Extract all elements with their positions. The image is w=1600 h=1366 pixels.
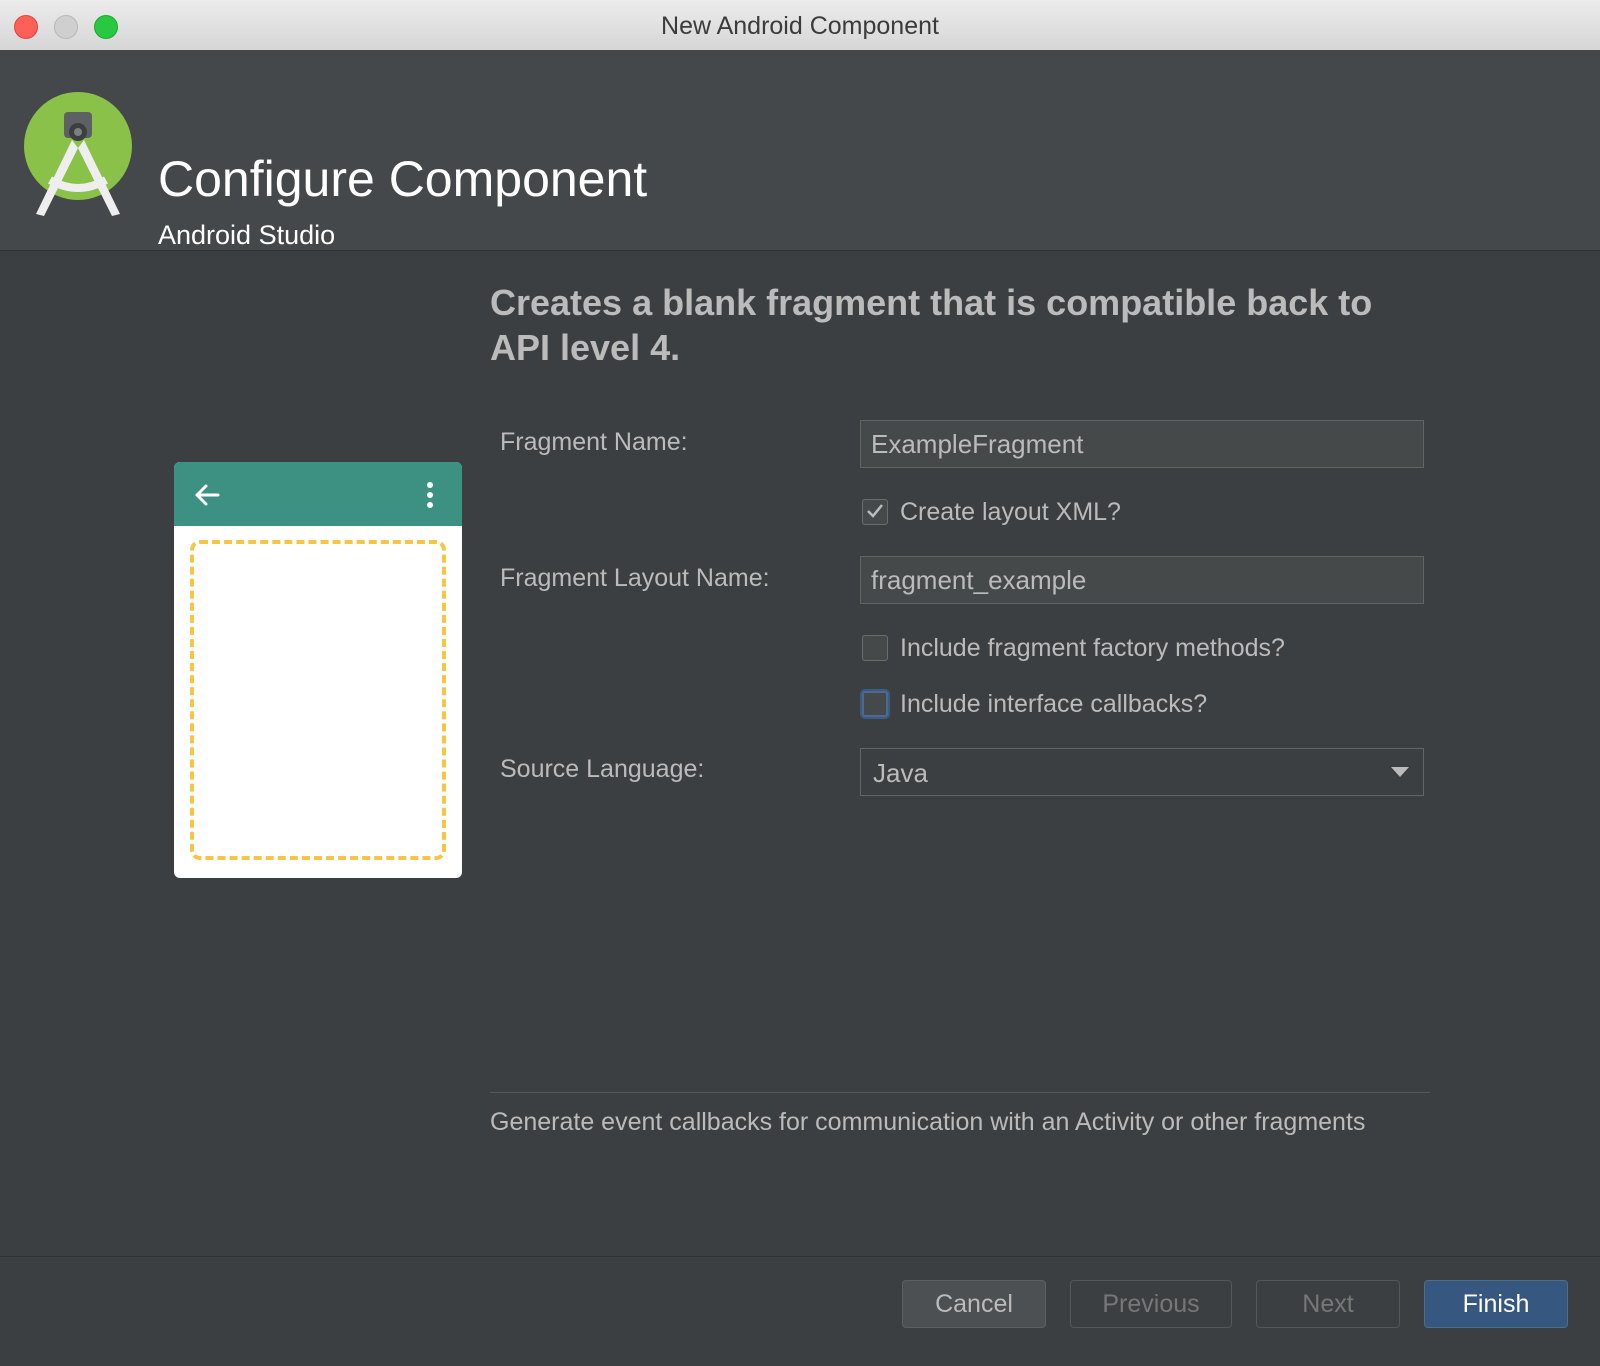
previous-button[interactable]: Previous [1070, 1280, 1232, 1328]
fragment-name-label: Fragment Name: [500, 428, 688, 456]
title-bar: New Android Component [0, 0, 1600, 51]
include-interface-callbacks-label: Include interface callbacks? [900, 690, 1208, 718]
source-language-value: Java [873, 758, 928, 788]
preview-app-bar [174, 462, 462, 526]
include-interface-callbacks-checkbox[interactable] [862, 691, 888, 717]
finish-button[interactable]: Finish [1424, 1280, 1568, 1328]
cancel-button[interactable]: Cancel [902, 1280, 1046, 1328]
fragment-placeholder-frame [190, 540, 446, 860]
template-description: Creates a blank fragment that is compati… [490, 282, 1373, 368]
include-factory-methods-label: Include fragment factory methods? [900, 634, 1285, 662]
more-vert-icon [427, 482, 433, 508]
page-subtitle: Android Studio [158, 220, 336, 250]
header-banner: Configure Component Android Studio [0, 50, 1600, 251]
checkmark-icon [867, 504, 883, 518]
source-language-label: Source Language: [500, 755, 705, 783]
chevron-down-icon [1391, 767, 1409, 777]
include-factory-methods-checkbox[interactable] [862, 635, 888, 661]
footer-divider [0, 1256, 1600, 1257]
window-title: New Android Component [661, 12, 939, 40]
android-studio-logo-icon [24, 92, 132, 216]
source-language-select[interactable]: Java [860, 748, 1424, 796]
divider [490, 1092, 1430, 1093]
help-text: Generate event callbacks for communicati… [490, 1108, 1366, 1136]
arrow-back-icon [195, 484, 220, 506]
create-layout-xml-label: Create layout XML? [900, 498, 1121, 526]
fragment-layout-name-label: Fragment Layout Name: [500, 564, 770, 592]
page-title: Configure Component [158, 151, 648, 207]
fragment-name-input[interactable]: ExampleFragment [860, 420, 1424, 468]
next-button[interactable]: Next [1256, 1280, 1400, 1328]
create-layout-xml-checkbox[interactable] [862, 499, 888, 525]
dialog-window: New Android Component Configure Componen… [0, 0, 1600, 1366]
fragment-layout-name-input[interactable]: fragment_example [860, 556, 1424, 604]
fragment-preview-image [174, 462, 462, 878]
